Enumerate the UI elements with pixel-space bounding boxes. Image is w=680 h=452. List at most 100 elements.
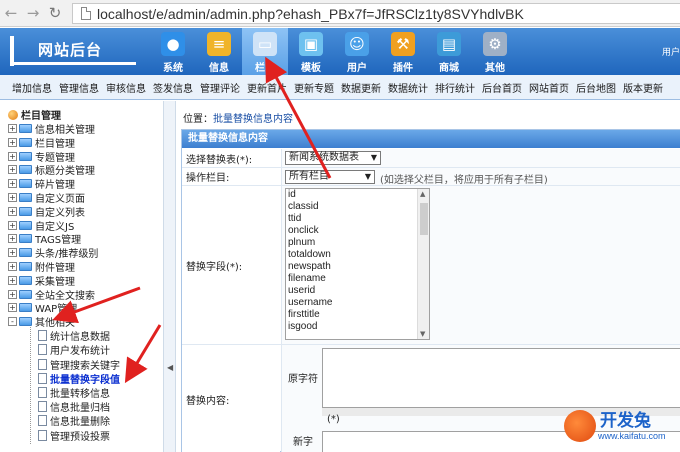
original-textarea[interactable] <box>322 348 680 408</box>
reload-icon[interactable]: ↻ <box>44 2 66 24</box>
tree-leaf[interactable]: 用户发布统计 <box>38 343 110 357</box>
top-menu-item[interactable]: ⚙ 其他 <box>472 28 518 75</box>
table-select[interactable]: 新闻系统数据表 ▼ <box>285 151 381 165</box>
submenu-item[interactable]: 网站首页 <box>529 80 569 95</box>
submenu-item[interactable]: 数据更新 <box>341 80 381 95</box>
field-option[interactable]: classid <box>286 201 429 213</box>
tree-folder[interactable]: + 碎片管理 <box>8 177 75 191</box>
expand-plus-icon[interactable]: + <box>8 289 17 299</box>
sidebar-tree: 栏目管理 + 信息相关管理 + 栏目管理 + 专题管理 + 标题分类管理 + 碎片管理 + 自定义页面… <box>0 101 164 452</box>
class-select[interactable]: 所有栏目 ▼ <box>285 170 375 184</box>
top-menu-item[interactable]: ▣ 模板 <box>288 28 334 75</box>
tree-leaf-label: 管理预设投票 <box>50 431 110 443</box>
scroll-up-icon[interactable]: ▲ <box>420 190 425 198</box>
tree-folder[interactable]: + WAP管理 <box>8 301 78 316</box>
field-option[interactable]: ttid <box>286 213 429 225</box>
document-icon <box>38 387 47 398</box>
field-option[interactable]: userid <box>286 285 429 297</box>
field-option[interactable]: newspath <box>286 261 429 273</box>
submenu-item[interactable]: 签发信息 <box>153 80 193 95</box>
submenu-item[interactable]: 版本更新 <box>623 80 663 95</box>
tree-folder[interactable]: + 栏目管理 <box>8 136 75 150</box>
scroll-thumb[interactable] <box>420 203 428 235</box>
field-option[interactable]: username <box>286 297 429 309</box>
tree-leaf-label: 信息批量删除 <box>50 417 110 429</box>
expand-plus-icon[interactable]: + <box>8 193 17 202</box>
field-option[interactable]: totaldown <box>286 249 429 261</box>
scroll-down-icon[interactable]: ▼ <box>420 330 425 338</box>
tree-leaf[interactable]: 管理搜索关键字 <box>38 358 120 372</box>
tree-folder[interactable]: + 标题分类管理 <box>8 163 95 177</box>
top-menu-item[interactable]: ● 系统 <box>150 28 196 75</box>
field-option[interactable]: firsttitle <box>286 309 429 321</box>
user-link[interactable]: 用户 <box>662 45 680 58</box>
field-option[interactable]: filename <box>286 273 429 285</box>
user-icon: ☺ <box>345 32 369 56</box>
expand-plus-icon[interactable]: + <box>8 303 17 313</box>
folder-icon <box>19 137 32 147</box>
tree-leaf[interactable]: 管理预设投票 <box>38 429 110 443</box>
tree-folder-open[interactable]: - 其他相关 <box>8 315 75 329</box>
field-option[interactable]: plnum <box>286 237 429 249</box>
tree-leaf[interactable]: 信息批量删除 <box>38 414 110 429</box>
frame-splitter[interactable]: ◀ <box>164 101 176 452</box>
tree-leaf[interactable]: 批量替换字段值 <box>38 372 120 386</box>
collapse-minus-icon[interactable]: - <box>8 317 17 327</box>
expand-plus-icon[interactable]: + <box>8 179 17 189</box>
submenu-item[interactable]: 管理信息 <box>59 80 99 95</box>
tree-folder[interactable]: + 头条/推荐级别 <box>8 246 98 260</box>
tree-folder[interactable]: + 自定义列表 <box>8 205 85 219</box>
top-menu-item[interactable]: ▤ 商城 <box>426 28 472 75</box>
field-option[interactable]: isgood <box>286 321 429 333</box>
expand-plus-icon[interactable]: + <box>8 206 17 216</box>
collapse-arrow-icon[interactable]: ◀ <box>167 363 173 372</box>
tree-folder[interactable]: + 自定义页面 <box>8 191 85 205</box>
submenu-item[interactable]: 更新首片 <box>247 80 287 95</box>
expand-plus-icon[interactable]: + <box>8 262 17 271</box>
submenu-item[interactable]: 后台地图 <box>576 80 616 95</box>
expand-plus-icon[interactable]: + <box>8 151 17 161</box>
submenu-item[interactable]: 审核信息 <box>106 80 146 95</box>
tree-root[interactable]: 栏目管理 <box>8 107 61 122</box>
tree-leaf[interactable]: 批量转移信息 <box>38 386 110 400</box>
expand-plus-icon[interactable]: + <box>8 275 17 285</box>
field-option[interactable]: onclick <box>286 225 429 237</box>
main-content: 位置：批量替换信息内容 批量替换信息内容 选择替换表(*): 新闻系统数据表 ▼… <box>177 101 680 452</box>
top-menu-item[interactable]: ⚒ 插件 <box>380 28 426 75</box>
tree-folder[interactable]: + 专题管理 <box>8 150 75 164</box>
expand-plus-icon[interactable]: + <box>8 165 17 175</box>
expand-plus-icon[interactable]: + <box>8 220 17 230</box>
field-option[interactable]: id <box>286 189 429 201</box>
tree-folder-label: WAP管理 <box>35 304 78 316</box>
submenu-item[interactable]: 管理评论 <box>200 80 240 95</box>
submenu-item[interactable]: 后台首页 <box>482 80 522 95</box>
tree-folder[interactable]: + 全站全文搜索 <box>8 288 95 302</box>
listbox-scrollbar[interactable]: ▲ ▼ <box>417 189 429 339</box>
tree-folder[interactable]: + 采集管理 <box>8 274 75 288</box>
expand-plus-icon[interactable]: + <box>8 234 17 244</box>
url-input[interactable]: localhost/e/admin/admin.php?ehash_PBx7f=… <box>72 3 680 24</box>
expand-plus-icon[interactable]: + <box>8 248 17 258</box>
tree-folder[interactable]: + TAGS管理 <box>8 232 81 246</box>
top-menu-item[interactable]: ≡ 信息 <box>196 28 242 75</box>
folder-icon <box>19 165 32 175</box>
tree-leaf-label: 信息批量归档 <box>50 403 110 415</box>
submenu-item[interactable]: 数据统计 <box>388 80 428 95</box>
tree-leaf[interactable]: 信息批量归档 <box>38 400 110 415</box>
url-text: localhost/e/admin/admin.php?ehash_PBx7f=… <box>97 5 524 22</box>
submenu-item[interactable]: 增加信息 <box>12 80 52 95</box>
forward-arrow-icon[interactable]: → <box>22 2 44 24</box>
expand-plus-icon[interactable]: + <box>8 137 17 147</box>
submenu-item[interactable]: 排行统计 <box>435 80 475 95</box>
top-menu-item[interactable]: ▭ 栏目 <box>242 28 288 75</box>
tree-folder[interactable]: + 信息相关管理 <box>8 122 95 136</box>
expand-plus-icon[interactable]: + <box>8 124 17 133</box>
submenu-item[interactable]: 更新专题 <box>294 80 334 95</box>
top-menu-item[interactable]: ☺ 用户 <box>334 28 380 75</box>
tree-folder[interactable]: + 附件管理 <box>8 260 75 274</box>
field-listbox[interactable]: ▲ ▼ id classid ttid onclick plnum totaldown ne… <box>285 188 430 340</box>
tree-leaf[interactable]: 统计信息数据 <box>38 329 110 343</box>
breadcrumb-link[interactable]: 批量替换信息内容 <box>213 114 293 125</box>
back-arrow-icon[interactable]: ← <box>0 2 22 24</box>
tree-folder[interactable]: + 自定义JS <box>8 219 74 233</box>
